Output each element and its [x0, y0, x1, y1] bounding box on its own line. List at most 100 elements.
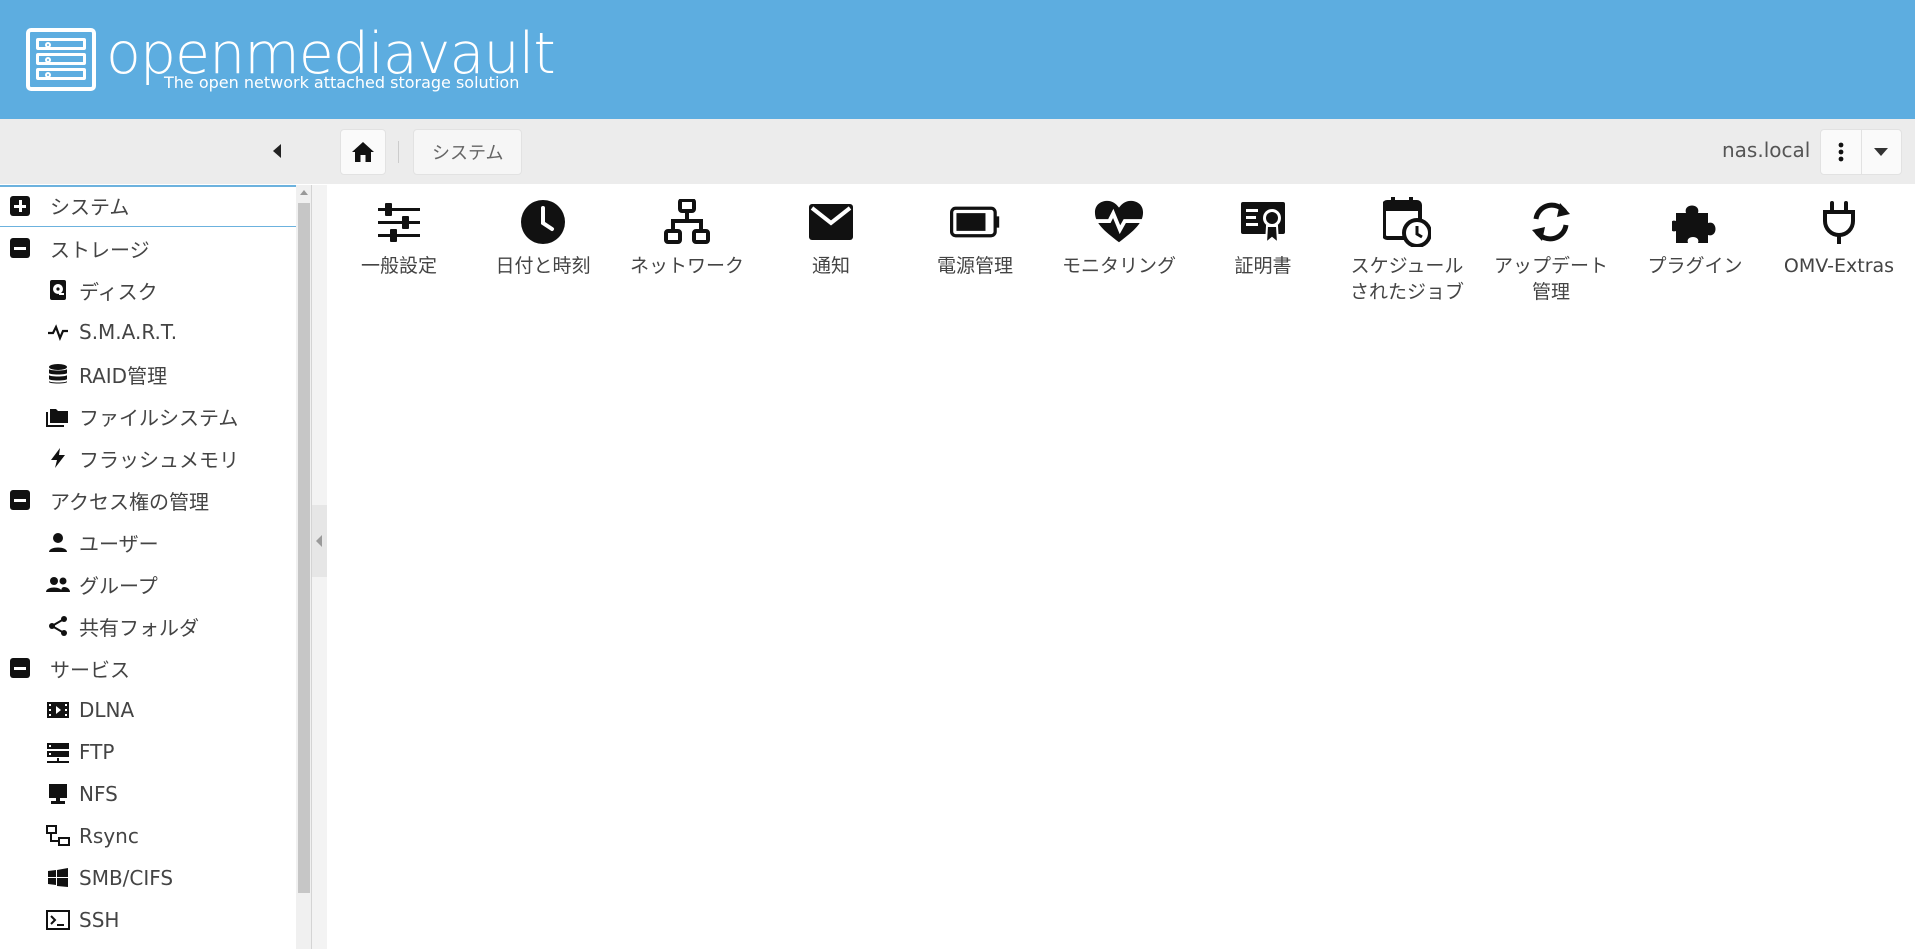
film-icon — [45, 697, 71, 723]
app-header: openmediavault The open network attached… — [0, 0, 1915, 119]
expand-plus-icon[interactable] — [10, 195, 30, 216]
sidebar-item-0[interactable]: システム — [0, 185, 296, 227]
sidebar-list: システムストレージディスク S.M.A.R.T. RAID管理ファイルシステム フラッ… — [0, 185, 296, 941]
chevron-left-icon — [273, 144, 281, 158]
brand-tagline: The open network attached storage soluti… — [164, 73, 520, 92]
home-button[interactable] — [340, 129, 386, 175]
tile-battery[interactable]: 電源管理 — [903, 197, 1047, 279]
sidebar-item-label: グループ — [79, 573, 158, 598]
tile-clock[interactable]: 日付と時刻 — [471, 197, 615, 279]
user-icon — [45, 529, 71, 555]
tile-sliders[interactable]: 一般設定 — [327, 197, 471, 279]
mail-icon — [806, 197, 856, 247]
sidebar-item-10[interactable]: 共有フォルダ — [0, 605, 296, 647]
tile-certificate[interactable]: 証明書 — [1191, 197, 1335, 279]
tile-label: OMV-Extras — [1783, 255, 1895, 277]
server-icon — [45, 739, 71, 765]
tile-label: 一般設定 — [360, 255, 437, 277]
breadcrumb-system[interactable]: システム — [413, 129, 523, 175]
sidebar-item-label: SSH — [79, 908, 120, 932]
tile-label: 日付と時刻 — [495, 255, 591, 277]
breadcrumb-separator — [398, 141, 399, 163]
scroll-up-arrow-icon[interactable] — [300, 190, 308, 195]
database-icon — [45, 361, 71, 387]
sidebar-item-16[interactable]: SMB/CIFS — [0, 857, 296, 899]
sidebar-item-1[interactable]: ストレージ — [0, 227, 296, 269]
collapse-minus-icon[interactable] — [10, 658, 30, 678]
sidebar-item-11[interactable]: サービス — [0, 647, 296, 689]
calendar-clock-icon — [1382, 197, 1432, 247]
flash-icon — [45, 445, 71, 471]
splitter[interactable] — [312, 185, 327, 949]
logo-icon — [26, 28, 96, 91]
sidebar-item-5[interactable]: ファイルシステム — [0, 395, 296, 437]
sidebar-item-label: Rsync — [79, 824, 139, 848]
caret-down-icon — [1874, 148, 1889, 156]
tile-label: 証明書 — [1234, 255, 1292, 277]
refresh-icon — [1526, 197, 1576, 247]
sidebar-item-9[interactable]: グループ — [0, 563, 296, 605]
collapse-minus-icon[interactable] — [10, 238, 30, 258]
toolbar: システム nas.local — [0, 119, 1915, 184]
plug-icon — [1814, 197, 1864, 247]
tile-mail[interactable]: 通知 — [759, 197, 903, 279]
sidebar-item-17[interactable]: SSH — [0, 899, 296, 941]
lan-icon — [45, 823, 71, 849]
more-menu-button[interactable] — [1821, 130, 1862, 174]
certificate-icon — [1238, 197, 1288, 247]
group-icon — [45, 571, 71, 597]
sidebar-item-label: DLNA — [79, 698, 135, 722]
sidebar-item-label: NFS — [79, 782, 118, 806]
sidebar-item-label: サービス — [50, 657, 130, 682]
terminal-icon — [45, 907, 71, 933]
tile-label: スケジュール されたジョブ — [1349, 255, 1464, 303]
sidebar-item-label: 共有フォルダ — [79, 615, 199, 640]
sidebar-item-label: ファイルシステム — [79, 405, 239, 430]
sidebar-item-8[interactable]: ユーザー — [0, 521, 296, 563]
sidebar-scrollbar[interactable] — [296, 185, 312, 949]
tile-label: ネットワーク — [629, 255, 744, 277]
chevron-left-icon — [316, 535, 322, 547]
windows-icon — [45, 865, 71, 891]
sidebar-item-3[interactable]: S.M.A.R.T. — [0, 311, 296, 353]
sidebar-item-label: フラッシュメモリ — [79, 447, 239, 472]
splitter-grip[interactable] — [312, 505, 327, 577]
tile-label: モニタリング — [1061, 255, 1176, 277]
network-icon — [662, 197, 712, 247]
tile-network[interactable]: ネットワーク — [615, 197, 759, 279]
disk-icon — [45, 277, 71, 303]
sidebar-item-label: ディスク — [79, 279, 158, 304]
sidebar-item-6[interactable]: フラッシュメモリ — [0, 437, 296, 479]
puzzle-icon — [1670, 197, 1720, 247]
collapse-minus-icon[interactable] — [10, 490, 30, 510]
battery-icon — [950, 197, 1000, 247]
tile-plug[interactable]: OMV-Extras — [1767, 197, 1911, 279]
sidebar-item-label: ユーザー — [79, 531, 159, 556]
tile-puzzle[interactable]: プラグイン — [1623, 197, 1767, 279]
collapse-sidebar-button[interactable] — [268, 141, 288, 161]
sidebar-item-4[interactable]: RAID管理 — [0, 353, 296, 395]
sidebar-item-15[interactable]: Rsync — [0, 815, 296, 857]
clock-icon — [518, 197, 568, 247]
toolbar-actions — [1820, 129, 1902, 175]
sliders-icon — [374, 197, 424, 247]
sidebar-item-13[interactable]: FTP — [0, 731, 296, 773]
tile-label: 通知 — [811, 255, 850, 277]
tile-calendar-clock[interactable]: スケジュール されたジョブ — [1335, 197, 1479, 305]
sidebar-item-7[interactable]: アクセス権の管理 — [0, 479, 296, 521]
sidebar: システムストレージディスク S.M.A.R.T. RAID管理ファイルシステム フラッ… — [0, 185, 296, 949]
sidebar-item-14[interactable]: NFS — [0, 773, 296, 815]
sidebar-item-label: SMB/CIFS — [79, 866, 174, 890]
sidebar-item-label: アクセス権の管理 — [50, 489, 209, 514]
home-icon — [352, 142, 374, 162]
tile-label: プラグイン — [1647, 255, 1743, 277]
tile-refresh[interactable]: アップデート 管理 — [1479, 197, 1623, 305]
scrollbar-thumb[interactable] — [298, 203, 310, 893]
monitor-icon — [45, 781, 71, 807]
tile-heart-pulse[interactable]: モニタリング — [1047, 197, 1191, 279]
dropdown-button[interactable] — [1862, 130, 1902, 174]
main-content: 一般設定 日付と時刻 ネットワーク 通知 電源管理 モニタリング 証明書 スケジュール された… — [327, 185, 1915, 949]
sidebar-item-12[interactable]: DLNA — [0, 689, 296, 731]
sidebar-item-2[interactable]: ディスク — [0, 269, 296, 311]
sidebar-item-label: システム — [50, 195, 130, 219]
